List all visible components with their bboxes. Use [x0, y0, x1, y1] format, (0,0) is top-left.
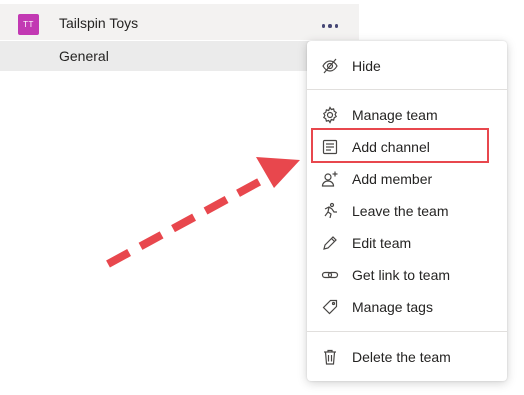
menu-item-label: Delete the team [352, 349, 451, 365]
tag-icon [322, 299, 338, 315]
add-channel-highlight-box [311, 128, 489, 163]
menu-item-label: Manage tags [352, 299, 433, 315]
menu-item-leave-team[interactable]: Leave the team [307, 196, 507, 226]
trash-icon [324, 349, 336, 365]
leave-team-icon [324, 202, 337, 219]
hide-icon [322, 58, 338, 74]
dot-icon [334, 24, 339, 28]
dot-icon [321, 24, 326, 28]
more-options-button[interactable] [315, 18, 345, 34]
team-row-tailspin-toys[interactable]: TT Tailspin Toys [0, 4, 359, 40]
gear-icon [323, 106, 337, 124]
add-member-icon [321, 171, 338, 187]
menu-item-label: Leave the team [352, 203, 449, 219]
menu-item-label: Manage team [352, 107, 438, 123]
channel-row-general[interactable]: General [0, 41, 359, 71]
pencil-icon [323, 236, 337, 250]
team-name: Tailspin Toys [59, 15, 139, 31]
team-avatar: TT [18, 14, 39, 35]
team-context-menu: Hide Manage team Add channel Add member [307, 41, 507, 381]
menu-item-delete-team[interactable]: Delete the team [307, 342, 507, 372]
menu-item-manage-team[interactable]: Manage team [307, 100, 507, 130]
menu-item-manage-tags[interactable]: Manage tags [307, 292, 507, 322]
channel-name: General [59, 48, 109, 64]
menu-divider [307, 331, 507, 332]
menu-item-add-member[interactable]: Add member [307, 164, 507, 194]
menu-item-hide[interactable]: Hide [307, 51, 507, 81]
menu-item-label: Edit team [352, 235, 412, 251]
menu-divider [307, 89, 507, 90]
dot-icon [328, 24, 332, 28]
menu-item-get-link[interactable]: Get link to team [307, 260, 507, 290]
menu-item-edit-team[interactable]: Edit team [307, 228, 507, 258]
link-icon [321, 271, 339, 279]
menu-item-label: Hide [352, 58, 381, 74]
menu-item-label: Add member [352, 171, 433, 187]
menu-item-label: Get link to team [352, 267, 451, 283]
